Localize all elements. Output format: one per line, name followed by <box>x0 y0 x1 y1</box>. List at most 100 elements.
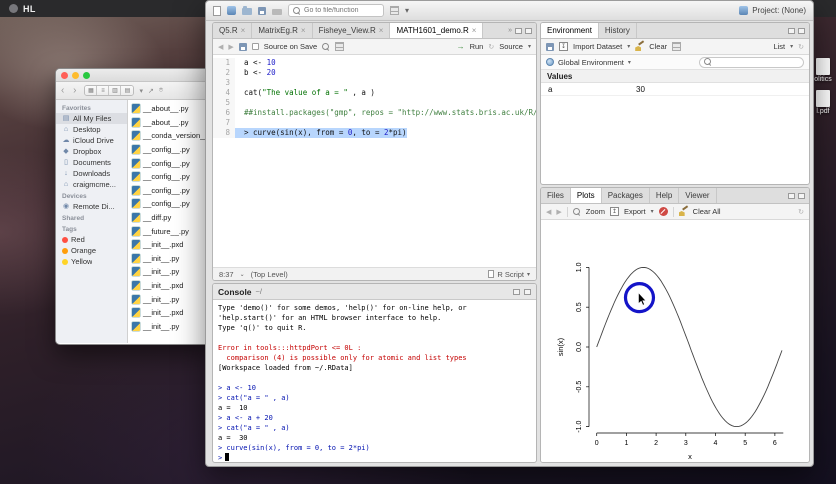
close-tab-icon[interactable]: × <box>241 26 246 35</box>
export-button[interactable]: Export <box>624 207 646 216</box>
tab-matrixeg-r[interactable]: MatrixEg.R × <box>252 23 313 38</box>
previous-plot-icon[interactable]: ◀ <box>546 208 551 216</box>
file-item[interactable]: __init__.py <box>128 292 211 306</box>
grid-icon[interactable] <box>672 42 682 51</box>
sidebar-item-craigmcme[interactable]: ⌂ craigmcme... <box>56 179 127 190</box>
forward-icon[interactable]: ▶ <box>228 43 233 51</box>
save-icon[interactable] <box>258 6 266 15</box>
rerun-icon[interactable]: ↻ <box>488 43 494 51</box>
goto-file-search[interactable] <box>288 4 384 17</box>
list-view-icon[interactable]: ≡ <box>97 86 110 95</box>
workspace-panes-icon[interactable] <box>390 6 399 15</box>
column-view-icon[interactable]: ▥ <box>109 86 122 95</box>
print-icon[interactable] <box>272 6 282 15</box>
close-tab-icon[interactable]: × <box>301 26 306 35</box>
file-item[interactable]: __init__.pxd <box>128 238 211 252</box>
tags-icon[interactable]: ⌾ <box>159 87 163 95</box>
sidebar-item-remote-di[interactable]: ◉ Remote Di... <box>56 201 127 212</box>
back-forward-icons[interactable]: ‹ › <box>61 85 79 96</box>
file-item[interactable]: __config__.py <box>128 170 211 184</box>
file-item[interactable]: __future__.py <box>128 224 211 238</box>
tab-fisheye-view-r[interactable]: Fisheye_View.R × <box>312 23 391 38</box>
refresh-icon[interactable]: ↻ <box>798 208 804 216</box>
file-item[interactable]: __init__.pxd <box>128 279 211 293</box>
file-item[interactable]: __about__.py <box>128 116 211 130</box>
minimize-pane-icon[interactable] <box>788 192 795 199</box>
save-workspace-icon[interactable] <box>546 42 554 51</box>
tab-files[interactable]: Files <box>541 188 571 203</box>
file-type-caret-icon[interactable]: ▾ <box>527 271 530 278</box>
maximize-pane-icon[interactable] <box>524 288 531 295</box>
source-on-save-checkbox[interactable] <box>251 43 259 50</box>
tab-q5-r[interactable]: Q5.R × <box>213 23 253 38</box>
addins-icon[interactable]: ▾ <box>405 6 409 15</box>
scope-label[interactable]: (Top Level) <box>251 270 288 279</box>
scope-dropdown-caret-icon[interactable]: ▾ <box>628 59 631 66</box>
clear-button[interactable]: Clear <box>649 42 667 51</box>
clear-all-button[interactable]: Clear All <box>693 207 721 216</box>
tab-viewer[interactable]: Viewer <box>679 188 717 203</box>
run-icon[interactable]: → <box>457 42 465 51</box>
sidebar-item-orange[interactable]: Orange <box>56 245 127 256</box>
sidebar-item-desktop[interactable]: ⌂ Desktop <box>56 124 127 135</box>
sidebar-item-documents[interactable]: ▯ Documents <box>56 157 127 168</box>
maximize-pane-icon[interactable] <box>798 27 805 34</box>
file-item[interactable]: __about__.py <box>128 102 211 116</box>
next-plot-icon[interactable]: ▶ <box>556 208 561 216</box>
goto-file-input[interactable] <box>304 7 379 14</box>
tab-environment[interactable]: Environment <box>541 23 599 38</box>
environment-search-input[interactable] <box>715 58 799 66</box>
sidebar-item-yellow[interactable]: Yellow <box>56 256 127 267</box>
close-button[interactable] <box>61 71 68 79</box>
tab-help[interactable]: Help <box>649 188 680 203</box>
project-selector[interactable]: Project: (None) <box>739 6 806 15</box>
file-item[interactable]: __config__.py <box>128 156 211 170</box>
file-item[interactable]: __init__.py <box>128 320 211 334</box>
plot-canvas[interactable]: 0 1 2 3 4 5 6 -1.0 -0.5 0.0 0.5 1.0 x sin(x) <box>541 221 809 461</box>
code-editor[interactable]: 1 a <- 10 2 b <- 20 3 4 cat("The value of a = … <box>213 56 536 266</box>
minimize-button[interactable] <box>72 71 79 79</box>
save-file-icon[interactable] <box>238 42 247 51</box>
sidebar-item-red[interactable]: Red <box>56 234 127 245</box>
close-tab-icon[interactable]: × <box>472 26 477 35</box>
file-item[interactable]: __init__.pxd <box>128 306 211 320</box>
maximize-pane-icon[interactable] <box>798 192 805 199</box>
maximize-pane-icon[interactable] <box>525 27 532 34</box>
icon-view-icon[interactable]: ▦ <box>85 86 98 95</box>
file-item[interactable]: __diff.py <box>128 211 211 225</box>
zoom-button[interactable] <box>83 71 90 79</box>
share-icon[interactable]: ↗ <box>148 87 154 95</box>
environment-scope[interactable]: Global Environment <box>558 58 624 67</box>
tab-plots[interactable]: Plots <box>570 188 602 203</box>
console-output[interactable]: Type 'demo()' for some demos, 'help()' f… <box>213 301 536 462</box>
open-folder-icon[interactable] <box>242 6 252 15</box>
tab-history[interactable]: History <box>598 23 637 38</box>
sidebar-item-dropbox[interactable]: ◆ Dropbox <box>56 146 127 157</box>
source-button[interactable]: Source <box>499 42 523 51</box>
back-icon[interactable]: ◀ <box>218 43 223 51</box>
list-view-button[interactable]: List <box>773 42 785 51</box>
sidebar-item-downloads[interactable]: ↓ Downloads <box>56 168 127 179</box>
environment-searchbox[interactable] <box>699 56 804 68</box>
export-caret-icon[interactable]: ▾ <box>651 208 654 215</box>
minimize-pane-icon[interactable] <box>788 27 795 34</box>
zoom-button[interactable]: Zoom <box>586 207 605 216</box>
tab-overflow-icon[interactable]: » <box>508 27 512 34</box>
sidebar-item-all-my-files[interactable]: ▤ All My Files <box>56 113 127 124</box>
import-caret-icon[interactable]: ▾ <box>627 43 630 50</box>
file-item[interactable]: __config__.py <box>128 184 211 198</box>
tab-packages[interactable]: Packages <box>601 188 650 203</box>
file-type-label[interactable]: R Script <box>497 270 524 279</box>
file-item[interactable]: __config__.py <box>128 143 211 157</box>
import-dataset-button[interactable]: Import Dataset <box>573 42 622 51</box>
cover-view-icon[interactable]: ▤ <box>121 86 134 95</box>
arrange-icon[interactable]: ▾ <box>139 87 143 95</box>
run-button[interactable]: Run <box>470 42 484 51</box>
find-replace-icon[interactable] <box>322 42 330 51</box>
file-item[interactable]: __config__.py <box>128 197 211 211</box>
plot-area[interactable]: 0 1 2 3 4 5 6 -1.0 -0.5 0.0 0.5 1.0 x sin(x) <box>541 221 809 462</box>
code-tools-icon[interactable] <box>335 42 345 51</box>
file-item[interactable]: __init__.py <box>128 265 211 279</box>
minimize-pane-icon[interactable] <box>515 27 522 34</box>
finder-titlebar[interactable] <box>56 69 211 82</box>
